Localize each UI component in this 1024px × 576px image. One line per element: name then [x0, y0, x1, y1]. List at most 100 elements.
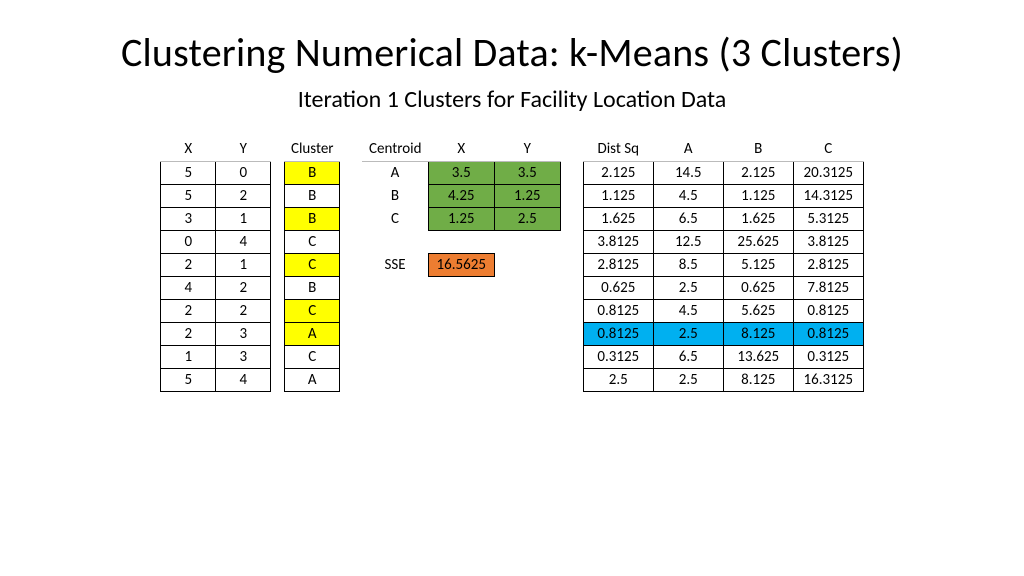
points-table: X Y Cluster 50B52B31B04C21C42B22C23A13C5…	[160, 138, 340, 392]
distance-table: Dist Sq A B C 2.12514.52.12520.31251.125…	[583, 138, 864, 392]
cell-cluster: B	[285, 276, 340, 299]
cell-y: 4	[216, 230, 271, 253]
cell-dist-b: 8.125	[723, 322, 793, 345]
cell-cluster: C	[285, 299, 340, 322]
cell-distsq: 2.125	[583, 161, 653, 184]
cell-cluster: A	[285, 322, 340, 345]
cell-dist-a: 4.5	[653, 299, 723, 322]
page-subtitle: Iteration 1 Clusters for Facility Locati…	[40, 85, 984, 114]
cell-cluster: B	[285, 184, 340, 207]
table-row: 2.52.58.12516.3125	[583, 368, 863, 391]
cell-cluster: B	[285, 161, 340, 184]
cell-y: 3	[216, 345, 271, 368]
cell-distsq: 0.8125	[583, 299, 653, 322]
cell-dist-c: 0.8125	[793, 322, 863, 345]
cell-dist-b: 5.625	[723, 299, 793, 322]
cell-x: 3	[161, 207, 216, 230]
table-row: 31B	[161, 207, 340, 230]
table-row: 1.1254.51.12514.3125	[583, 184, 863, 207]
col-centroid-y: Y	[494, 138, 560, 161]
cell-y: 3	[216, 322, 271, 345]
col-x: X	[161, 138, 216, 161]
col-cluster: Cluster	[285, 138, 340, 161]
cell-dist-b: 13.625	[723, 345, 793, 368]
cell-distsq: 1.625	[583, 207, 653, 230]
cell-distsq: 2.5	[583, 368, 653, 391]
col-centroid: Centroid	[362, 138, 428, 161]
cell-dist-c: 0.8125	[793, 299, 863, 322]
table-row: 1.6256.51.6255.3125	[583, 207, 863, 230]
centroid-x: 3.5	[428, 161, 494, 184]
cell-dist-b: 5.125	[723, 253, 793, 276]
cell-cluster: C	[285, 253, 340, 276]
cell-dist-c: 16.3125	[793, 368, 863, 391]
cell-y: 2	[216, 184, 271, 207]
cell-y: 2	[216, 299, 271, 322]
cell-x: 1	[161, 345, 216, 368]
table-row: 54A	[161, 368, 340, 391]
cell-x: 5	[161, 161, 216, 184]
cell-dist-c: 2.8125	[793, 253, 863, 276]
cell-x: 2	[161, 299, 216, 322]
cell-cluster: C	[285, 345, 340, 368]
cell-dist-c: 5.3125	[793, 207, 863, 230]
table-row: C1.252.5	[362, 207, 560, 230]
cell-y: 0	[216, 161, 271, 184]
cell-distsq: 3.8125	[583, 230, 653, 253]
col-dist-c: C	[793, 138, 863, 161]
cell-distsq: 0.625	[583, 276, 653, 299]
cell-dist-a: 8.5	[653, 253, 723, 276]
cell-dist-a: 6.5	[653, 207, 723, 230]
cell-cluster: A	[285, 368, 340, 391]
table-row: 04C	[161, 230, 340, 253]
cell-dist-a: 2.5	[653, 322, 723, 345]
centroid-y: 2.5	[494, 207, 560, 230]
cell-distsq: 1.125	[583, 184, 653, 207]
cell-distsq: 0.8125	[583, 322, 653, 345]
cell-x: 2	[161, 322, 216, 345]
table-row: 23A	[161, 322, 340, 345]
table-row: 2.81258.55.1252.8125	[583, 253, 863, 276]
cell-dist-b: 1.625	[723, 207, 793, 230]
sse-label: SSE	[362, 253, 428, 276]
cell-dist-a: 14.5	[653, 161, 723, 184]
cell-y: 4	[216, 368, 271, 391]
cell-dist-c: 14.3125	[793, 184, 863, 207]
table-row: 52B	[161, 184, 340, 207]
col-distsq: Dist Sq	[583, 138, 653, 161]
cell-x: 5	[161, 368, 216, 391]
cell-x: 5	[161, 184, 216, 207]
cell-dist-a: 4.5	[653, 184, 723, 207]
table-row: 0.81252.58.1250.8125	[583, 322, 863, 345]
cell-x: 0	[161, 230, 216, 253]
table-row: 0.31256.513.6250.3125	[583, 345, 863, 368]
centroid-y: 3.5	[494, 161, 560, 184]
table-row: 2.12514.52.12520.3125	[583, 161, 863, 184]
centroid-label: B	[362, 184, 428, 207]
cell-dist-b: 0.625	[723, 276, 793, 299]
centroid-table: Centroid X Y A3.53.5B4.251.25C1.252.5 SS…	[362, 138, 561, 392]
col-centroid-x: X	[428, 138, 494, 161]
cell-dist-a: 2.5	[653, 368, 723, 391]
cell-distsq: 2.8125	[583, 253, 653, 276]
cell-x: 2	[161, 253, 216, 276]
table-row: 50B	[161, 161, 340, 184]
cell-dist-b: 8.125	[723, 368, 793, 391]
sse-value: 16.5625	[428, 253, 494, 276]
sse-row: SSE16.5625	[362, 253, 560, 276]
cell-y: 1	[216, 253, 271, 276]
col-y: Y	[216, 138, 271, 161]
centroid-x: 4.25	[428, 184, 494, 207]
col-dist-b: B	[723, 138, 793, 161]
table-row: 3.812512.525.6253.8125	[583, 230, 863, 253]
table-row: A3.53.5	[362, 161, 560, 184]
table-row: 42B	[161, 276, 340, 299]
table-row: 21C	[161, 253, 340, 276]
table-row: 13C	[161, 345, 340, 368]
table-row: 0.6252.50.6257.8125	[583, 276, 863, 299]
cell-dist-b: 1.125	[723, 184, 793, 207]
table-row: B4.251.25	[362, 184, 560, 207]
cell-dist-c: 3.8125	[793, 230, 863, 253]
cell-dist-a: 12.5	[653, 230, 723, 253]
cell-dist-c: 7.8125	[793, 276, 863, 299]
